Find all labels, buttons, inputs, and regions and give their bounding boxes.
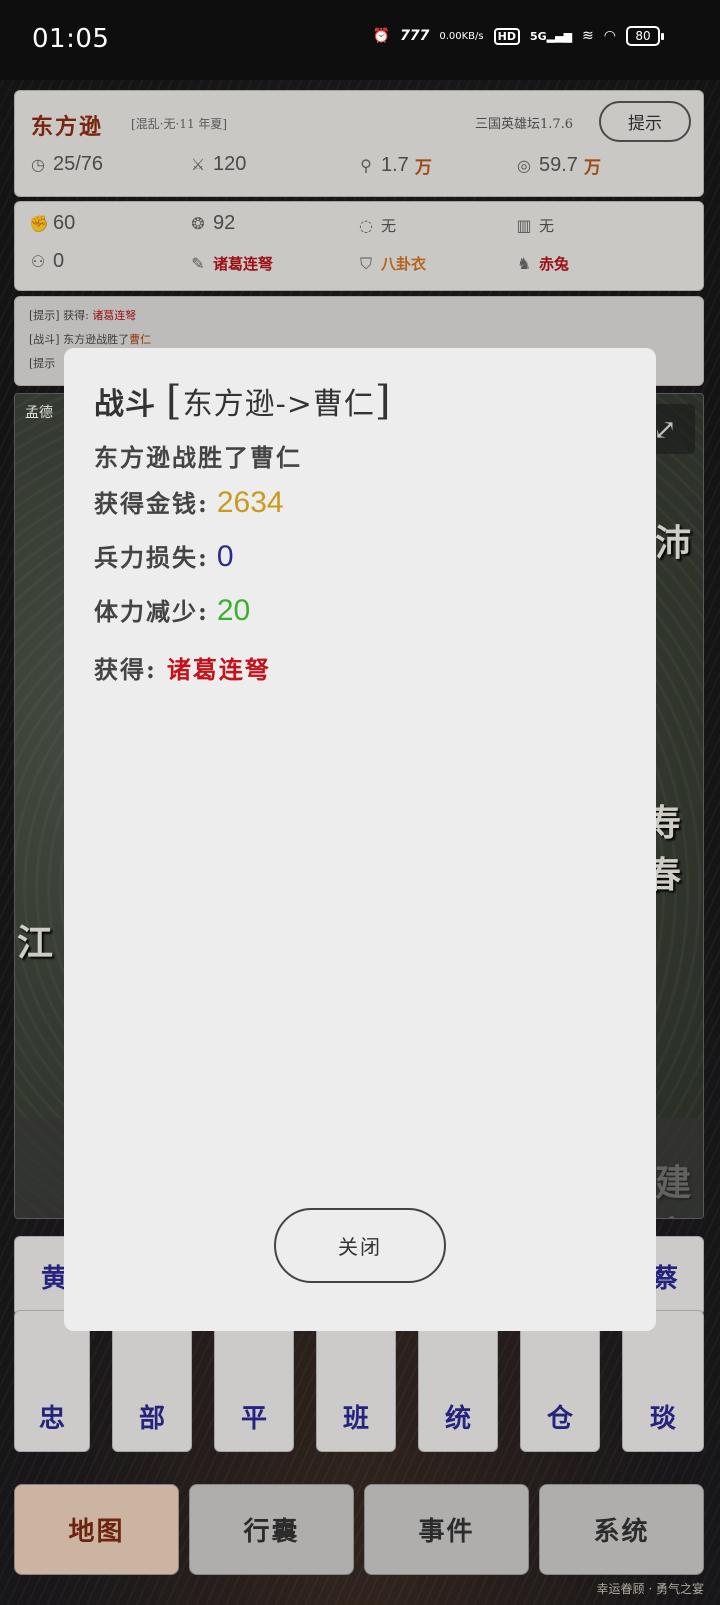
battle-result-dialog: 战斗 [ 东方逊->曹仁 ] 东方逊战胜了曹仁 获得金钱: 2634 兵力损失:… — [64, 348, 656, 1331]
wifi2-icon: ◠ — [603, 28, 616, 44]
troop-loss-value: 0 — [216, 540, 234, 573]
stamina-row: 体力减少: 20 — [94, 594, 251, 627]
alarm-icon: ⏰ — [372, 28, 391, 44]
dialog-title: 战斗 [ 东方逊->曹仁 ] — [94, 378, 392, 424]
hd-icon: HD — [493, 27, 520, 45]
signal-icon: 5G ▂▄▆ — [529, 29, 573, 43]
loot-item: 诸葛连弩 — [166, 655, 271, 684]
wifi-icon: ≋ — [582, 28, 594, 44]
nfc-label: 777 — [400, 28, 430, 44]
stamina-value: 20 — [216, 594, 251, 627]
troop-loss-row: 兵力损失: 0 — [94, 540, 234, 573]
status-icons: ⏰ 777 0.00 KB/s HD 5G ▂▄▆ ≋ ◠ 80 — [372, 26, 664, 46]
net-speed: 0.00 KB/s — [439, 30, 484, 42]
close-button[interactable]: 关闭 — [274, 1208, 446, 1283]
gold-value: 2634 — [216, 486, 284, 519]
gold-row: 获得金钱: 2634 — [94, 486, 284, 519]
battery-icon: 80 — [626, 26, 664, 46]
loot-row: 获得: 诸葛连弩 — [94, 650, 271, 685]
status-bar: 01:05 ⏰ 777 0.00 KB/s HD 5G ▂▄▆ ≋ ◠ 80 — [0, 0, 720, 80]
battle-summary: 东方逊战胜了曹仁 — [94, 443, 302, 472]
clock-time: 01:05 — [32, 24, 110, 54]
